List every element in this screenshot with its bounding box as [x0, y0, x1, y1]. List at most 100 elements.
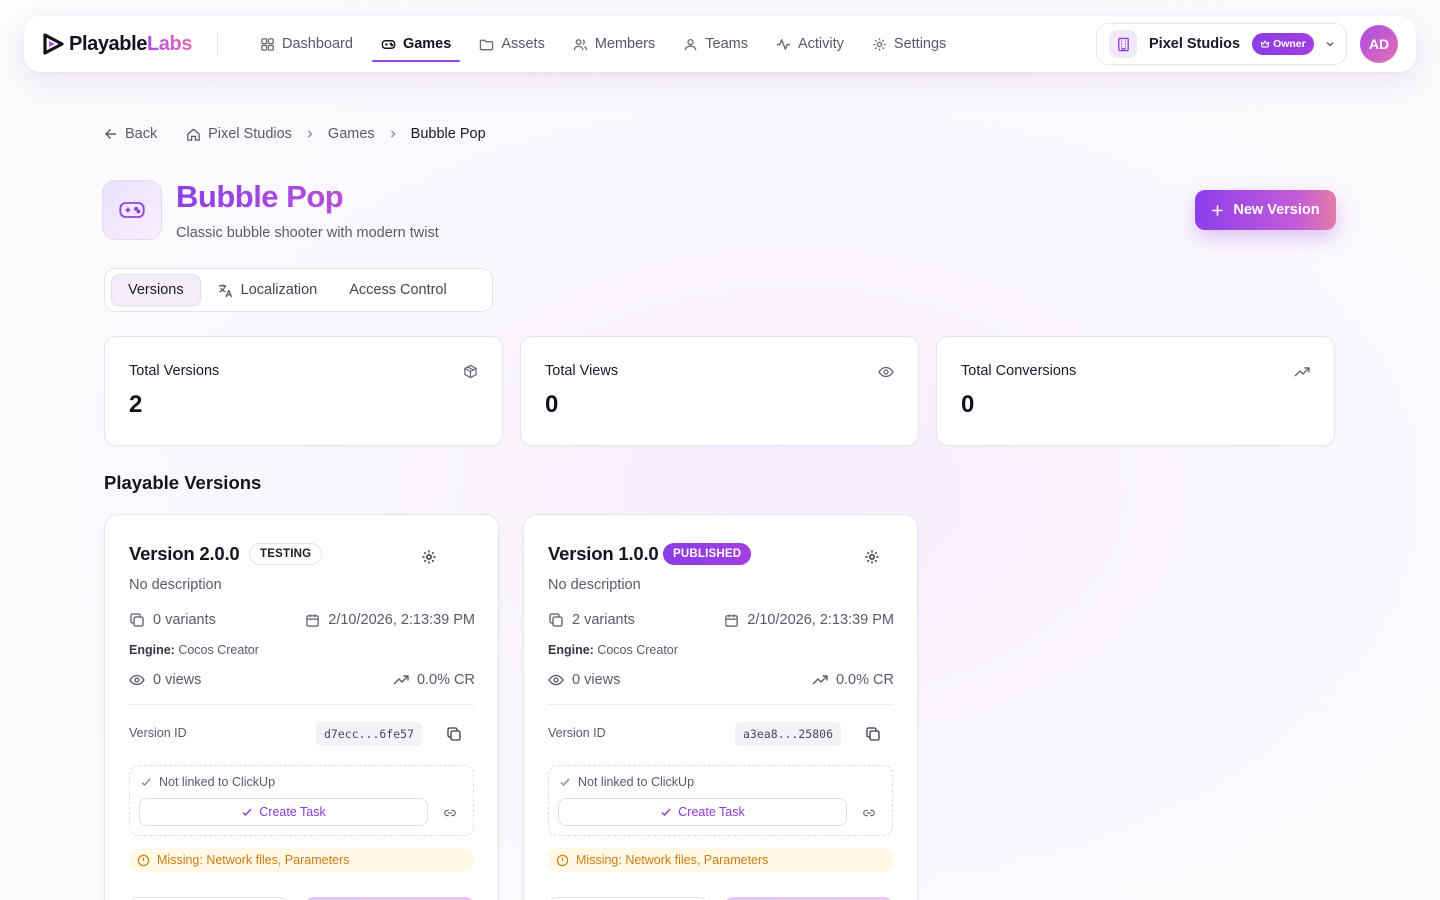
variants-count: 0 variants [129, 612, 216, 628]
clickup-status: Not linked to ClickUp [559, 775, 694, 789]
back-link[interactable]: Back [104, 126, 157, 142]
check-icon [661, 808, 671, 817]
team-icon [684, 38, 697, 50]
section-title-playable-versions: Playable Versions [104, 472, 262, 493]
version-title: Version 1.0.0 [548, 543, 659, 564]
version-conversion-rate: 0.0% CR [812, 672, 894, 688]
version-date: 2/10/2026, 2:13:39 PM [305, 612, 475, 628]
owner-badge: Owner [1252, 33, 1314, 55]
crown-icon [1260, 40, 1270, 48]
copy-icon[interactable] [446, 726, 462, 742]
version-id-label: Version ID [548, 726, 606, 740]
check-icon [141, 778, 151, 787]
folder-icon [480, 39, 494, 50]
chevron-right-icon [305, 129, 315, 139]
check-icon [242, 808, 252, 817]
version-engine: Engine: Cocos Creator [548, 643, 678, 657]
gear-icon[interactable] [864, 549, 880, 565]
eye-icon [548, 674, 564, 686]
link-icon[interactable] [443, 806, 457, 820]
version-views: 0 views [129, 672, 201, 688]
nav-settings[interactable]: Settings [858, 16, 960, 72]
game-gamepad-icon [102, 180, 162, 240]
breadcrumb-org[interactable]: Pixel Studios [186, 126, 292, 142]
main-nav: Dashboard Games Assets Members Teams Act… [246, 16, 960, 72]
missing-warning: Missing: Network files, Parameters [129, 848, 474, 872]
version-description: No description [129, 577, 222, 593]
create-task-button[interactable]: Create Task [558, 798, 847, 826]
org-name: Pixel Studios [1149, 36, 1241, 52]
user-avatar[interactable]: AD [1360, 25, 1398, 63]
breadcrumb-current: Bubble Pop [410, 126, 486, 142]
status-badge: PUBLISHED [663, 543, 752, 565]
arrow-left-icon [105, 129, 116, 139]
stat-value: 0 [545, 391, 559, 418]
calendar-icon [306, 613, 319, 627]
alert-circle-icon [137, 854, 150, 866]
stat-card-total-views: Total Views 0 [520, 336, 919, 446]
plus-icon [1212, 204, 1223, 216]
stat-card-total-conversions: Total Conversions 0 [936, 336, 1335, 446]
eye-icon [878, 366, 894, 378]
game-tabs: Versions Localization Access Control [104, 268, 493, 312]
chevron-right-icon [388, 129, 398, 139]
nav-members[interactable]: Members [559, 16, 669, 72]
dashboard-icon [261, 37, 274, 51]
home-icon [187, 127, 200, 141]
stat-label: Total Conversions [961, 363, 1077, 379]
page-title: Bubble Pop [176, 179, 344, 214]
nav-activity[interactable]: Activity [762, 16, 858, 72]
gear-icon [873, 37, 886, 51]
calendar-icon [725, 613, 738, 627]
users-icon [573, 38, 588, 50]
link-icon[interactable] [862, 806, 876, 820]
gear-icon[interactable] [421, 549, 437, 565]
nav-assets[interactable]: Assets [465, 16, 559, 72]
tab-access-control[interactable]: Access Control [333, 274, 463, 306]
status-badge: TESTING [249, 543, 323, 565]
trending-up-icon [812, 675, 828, 685]
translate-icon [218, 283, 232, 297]
copy-icon [130, 613, 144, 627]
version-description: No description [548, 577, 641, 593]
clickup-status: Not linked to ClickUp [140, 775, 275, 789]
nav-games[interactable]: Games [367, 16, 465, 72]
version-date: 2/10/2026, 2:13:39 PM [724, 612, 894, 628]
trending-up-icon [393, 675, 409, 685]
logo-play-icon [43, 33, 64, 55]
stat-value: 0 [961, 391, 975, 418]
tab-versions[interactable]: Versions [111, 274, 201, 306]
tab-localization[interactable]: Localization [201, 274, 334, 306]
breadcrumb-games[interactable]: Games [328, 126, 375, 142]
copy-icon[interactable] [865, 726, 881, 742]
version-id-value: d7ecc...6fe57 [316, 722, 423, 746]
create-task-button[interactable]: Create Task [139, 798, 428, 826]
page-subtitle: Classic bubble shooter with modern twist [176, 225, 439, 241]
version-card: Version 1.0.0 PUBLISHED No description 2… [523, 514, 918, 900]
nav-teams[interactable]: Teams [669, 16, 762, 72]
version-title: Version 2.0.0 [129, 543, 240, 564]
stat-value: 2 [129, 391, 143, 418]
brand-logo[interactable]: PlayableLabs [40, 31, 192, 57]
version-card: Version 2.0.0 TESTING No description 0 v… [104, 514, 499, 900]
version-views: 0 views [548, 672, 620, 688]
copy-icon [549, 613, 563, 627]
alert-circle-icon [556, 854, 569, 866]
activity-icon [776, 38, 791, 50]
nav-dashboard[interactable]: Dashboard [246, 16, 367, 72]
missing-warning: Missing: Network files, Parameters [548, 848, 893, 872]
divider [548, 704, 893, 705]
version-engine: Engine: Cocos Creator [129, 643, 259, 657]
clickup-panel: Not linked to ClickUp Create Task [548, 765, 893, 836]
eye-icon [129, 674, 145, 686]
new-version-button[interactable]: New Version [1195, 190, 1336, 230]
org-switcher[interactable]: Pixel Studios Owner [1096, 23, 1347, 65]
top-navigation-bar: PlayableLabs Dashboard Games Assets Memb… [24, 16, 1416, 72]
variants-count: 2 variants [548, 612, 635, 628]
building-icon [1109, 30, 1137, 58]
chevron-down-icon [1326, 41, 1334, 47]
gamepad-icon [381, 39, 396, 49]
clickup-panel: Not linked to ClickUp Create Task [129, 765, 474, 836]
stat-label: Total Views [545, 363, 619, 379]
stat-label: Total Versions [129, 363, 220, 379]
